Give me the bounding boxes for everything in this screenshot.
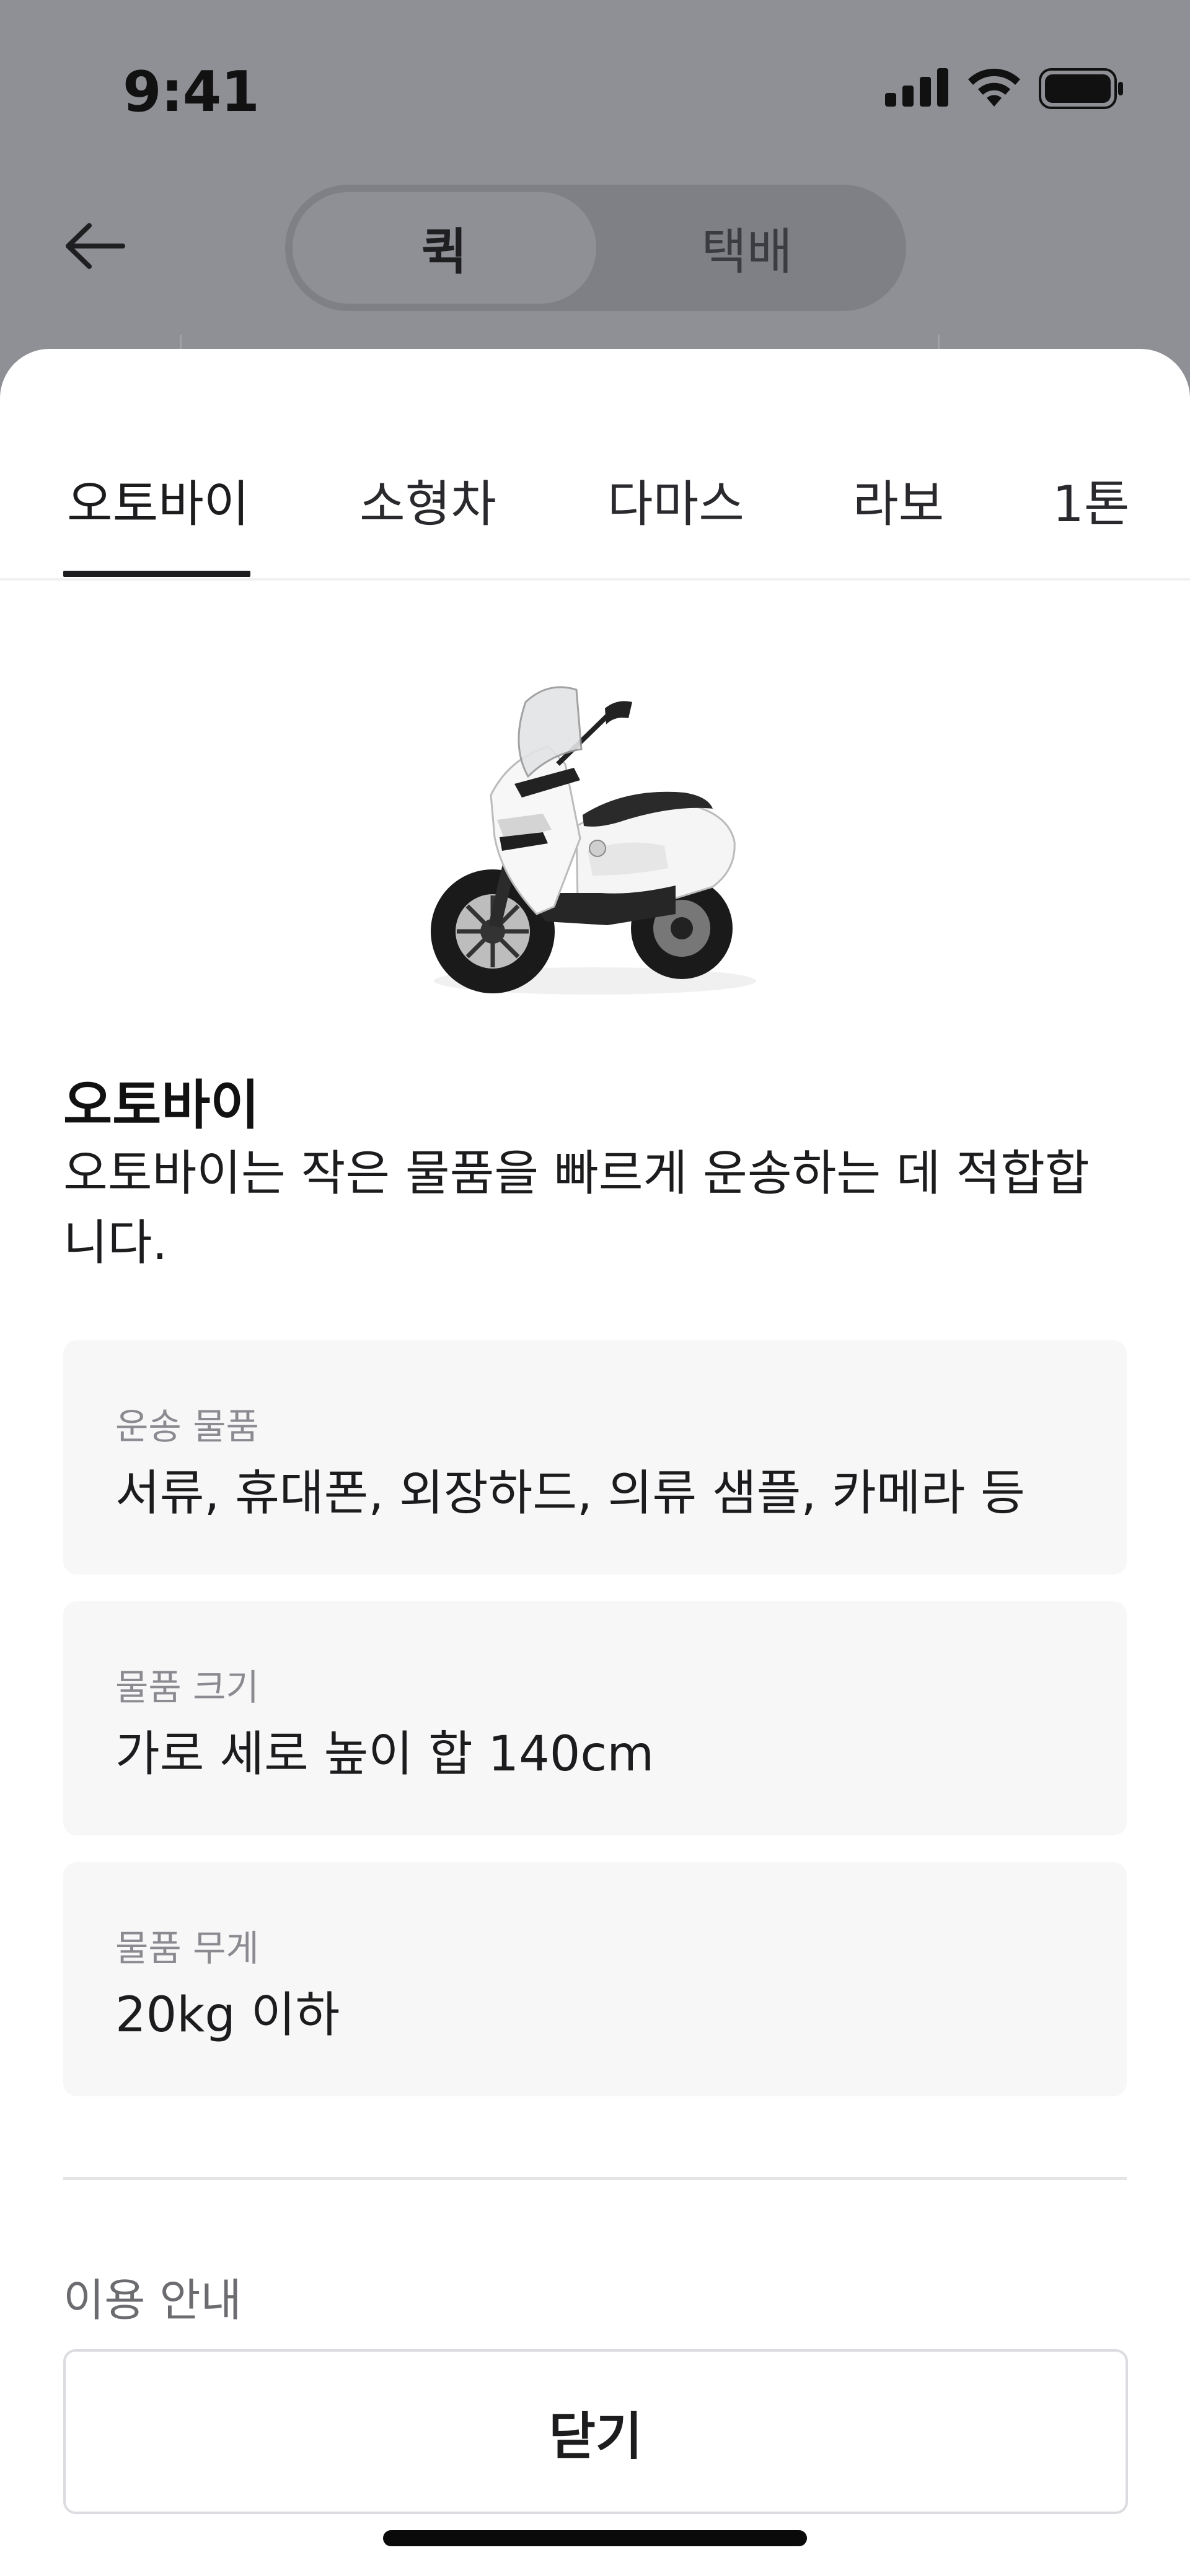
motorcycle-image bbox=[431, 686, 756, 995]
info-card-item-weight: 물품 무게 20kg 이하 bbox=[63, 1862, 1127, 2096]
arrow-left-icon[interactable] bbox=[62, 218, 130, 274]
close-button[interactable]: 닫기 bbox=[63, 2349, 1128, 2514]
info-value: 20kg 이하 bbox=[115, 1987, 340, 2043]
info-label: 운송 물품 bbox=[115, 1405, 259, 1448]
tab-motorcycle[interactable]: 오토바이 bbox=[67, 464, 249, 536]
tab-labo[interactable]: 라보 bbox=[853, 464, 944, 536]
vehicle-info-sheet: 오토바이 소형차 다마스 라보 1톤 오토바이 오토바이는 작은 물품을 빠르게… bbox=[0, 349, 1190, 2576]
vehicle-description: 오토바이는 작은 물품을 빠르게 운송하는 데 적합합니다. bbox=[63, 1146, 1090, 1271]
battery-icon bbox=[1039, 68, 1123, 109]
tab-damas[interactable]: 다마스 bbox=[607, 464, 744, 536]
info-label: 물품 크기 bbox=[115, 1666, 259, 1708]
info-value: 가로 세로 높이 합 140cm bbox=[115, 1726, 654, 1782]
delivery-type-segmented-control: 퀵 택배 bbox=[285, 185, 906, 311]
tab-compact-car[interactable]: 소형차 bbox=[359, 464, 496, 536]
tab-active-indicator bbox=[63, 571, 250, 577]
info-card-cargo-items: 운송 물품 서류, 휴대폰, 외장하드, 의류 샘플, 카메라 등 bbox=[63, 1340, 1127, 1575]
status-time: 9:41 bbox=[123, 59, 260, 125]
home-indicator bbox=[383, 2530, 807, 2546]
status-icons bbox=[885, 68, 1133, 118]
vehicle-tabs: 오토바이 소형차 다마스 라보 1톤 bbox=[0, 349, 1190, 581]
info-value: 서류, 휴대폰, 외장하드, 의류 샘플, 카메라 등 bbox=[115, 1466, 1025, 1521]
section-divider bbox=[63, 2177, 1127, 2180]
info-label: 물품 무게 bbox=[115, 1927, 259, 1969]
vehicle-title: 오토바이 bbox=[63, 1075, 260, 1136]
info-card-item-size: 물품 크기 가로 세로 높이 합 140cm bbox=[63, 1601, 1127, 1835]
wifi-icon bbox=[968, 68, 1020, 107]
cellular-signal-icon bbox=[885, 68, 948, 107]
segment-quick[interactable]: 퀵 bbox=[293, 192, 596, 304]
status-bar: 9:41 bbox=[0, 0, 1190, 186]
segment-parcel[interactable]: 택배 bbox=[595, 192, 899, 304]
tab-1ton[interactable]: 1톤 bbox=[1052, 464, 1130, 536]
usage-guide-link[interactable]: 이용 안내 bbox=[63, 2264, 242, 2329]
